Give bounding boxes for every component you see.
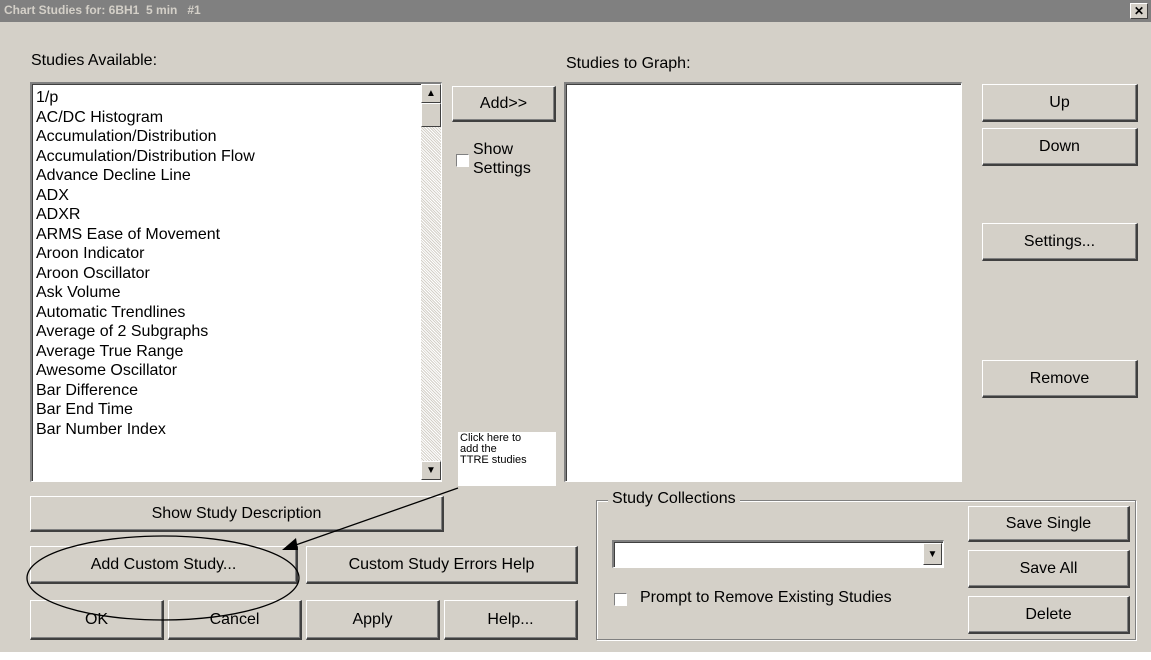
title-bar: Chart Studies for: 6BH1 5 min #1 ✕ xyxy=(0,0,1151,22)
show-settings-label: Show Settings xyxy=(473,140,531,178)
list-item[interactable]: Aroon Indicator xyxy=(36,244,416,264)
show-settings-line1: Show xyxy=(473,141,514,158)
down-button[interactable]: Down xyxy=(982,128,1138,166)
save-single-button[interactable]: Save Single xyxy=(968,506,1130,542)
studies-available-items: 1/p AC/DC Histogram Accumulation/Distribut… xyxy=(36,88,416,439)
close-icon[interactable]: ✕ xyxy=(1134,4,1144,18)
close-button[interactable]: ✕ xyxy=(1130,3,1148,19)
list-item[interactable]: ADXR xyxy=(36,205,416,225)
list-item[interactable]: Average True Range xyxy=(36,342,416,362)
list-item[interactable]: Awesome Oscillator xyxy=(36,361,416,381)
delete-button[interactable]: Delete xyxy=(968,596,1130,634)
ok-button[interactable]: OK xyxy=(30,600,164,640)
scroll-down-button[interactable]: ▼ xyxy=(421,461,441,480)
list-item[interactable]: Bar Difference xyxy=(36,381,416,401)
dropdown-button[interactable]: ▼ xyxy=(923,543,942,565)
studies-list-scrollbar[interactable]: ▲ ▼ xyxy=(421,84,441,480)
list-item[interactable]: Advance Decline Line xyxy=(36,166,416,186)
list-item[interactable]: Accumulation/Distribution xyxy=(36,127,416,147)
studies-available-list[interactable]: 1/p AC/DC Histogram Accumulation/Distribut… xyxy=(30,82,442,482)
list-item[interactable]: Ask Volume xyxy=(36,283,416,303)
list-item[interactable]: Automatic Trendlines xyxy=(36,303,416,323)
studies-to-graph-label: Studies to Graph: xyxy=(566,55,691,72)
add-study-button[interactable]: Add>> xyxy=(452,86,556,122)
save-all-button[interactable]: Save All xyxy=(968,550,1130,588)
add-custom-study-button[interactable]: Add Custom Study... xyxy=(30,546,298,584)
list-item[interactable]: Bar End Time xyxy=(36,400,416,420)
annotation-line3: TTRE studies xyxy=(460,454,527,466)
help-button[interactable]: Help... xyxy=(444,600,578,640)
settings-button[interactable]: Settings... xyxy=(982,223,1138,261)
list-item[interactable]: ADX xyxy=(36,186,416,206)
show-settings-checkbox[interactable] xyxy=(456,154,469,167)
prompt-remove-label: Prompt to Remove Existing Studies xyxy=(640,589,892,606)
studies-available-label: Studies Available: xyxy=(31,52,158,69)
cancel-button[interactable]: Cancel xyxy=(168,600,302,640)
list-item[interactable]: ARMS Ease of Movement xyxy=(36,225,416,245)
window-title: Chart Studies for: 6BH1 5 min #1 xyxy=(4,3,201,17)
arrow-down-icon: ▼ xyxy=(426,465,436,476)
prompt-remove-checkbox[interactable] xyxy=(614,593,627,606)
arrow-up-icon: ▲ xyxy=(426,88,436,99)
study-collections-label: Study Collections xyxy=(608,490,740,508)
custom-study-errors-help-button[interactable]: Custom Study Errors Help xyxy=(306,546,578,584)
annotation-note: Click here to add the TTRE studies xyxy=(458,432,556,486)
chart-studies-dialog: Chart Studies for: 6BH1 5 min #1 ✕ Studi… xyxy=(0,0,1151,652)
study-collection-select[interactable]: ▼ xyxy=(612,540,944,568)
list-item[interactable]: Accumulation/Distribution Flow xyxy=(36,147,416,167)
remove-button[interactable]: Remove xyxy=(982,360,1138,398)
show-settings-line2: Settings xyxy=(473,160,531,177)
apply-button[interactable]: Apply xyxy=(306,600,440,640)
up-button[interactable]: Up xyxy=(982,84,1138,122)
show-study-description-button[interactable]: Show Study Description xyxy=(30,496,444,532)
studies-to-graph-list[interactable] xyxy=(564,82,962,482)
scroll-up-button[interactable]: ▲ xyxy=(421,84,441,103)
list-item[interactable]: Bar Number Index xyxy=(36,420,416,440)
chevron-down-icon: ▼ xyxy=(927,548,938,560)
scrollbar-thumb[interactable] xyxy=(421,103,441,127)
list-item[interactable]: Aroon Oscillator xyxy=(36,264,416,284)
list-item[interactable]: 1/p xyxy=(36,88,416,108)
list-item[interactable]: Average of 2 Subgraphs xyxy=(36,322,416,342)
list-item[interactable]: AC/DC Histogram xyxy=(36,108,416,128)
